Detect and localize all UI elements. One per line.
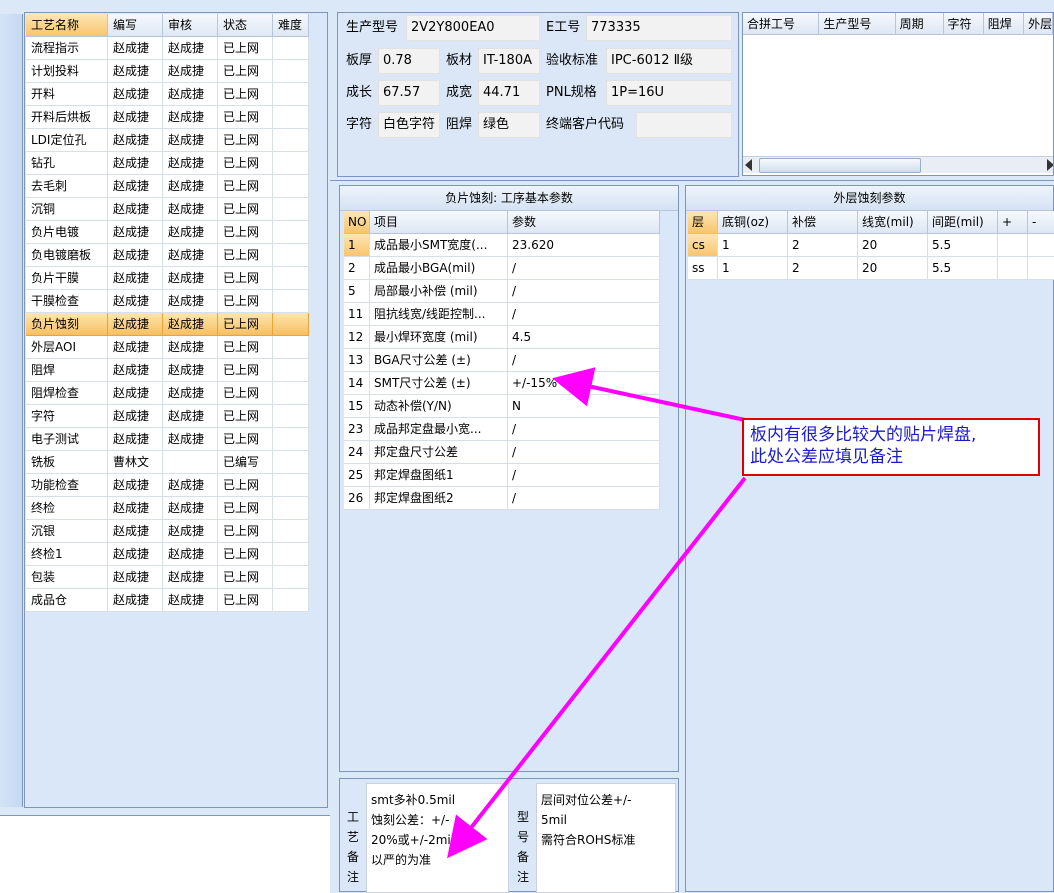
annotation-line-1: 板内有很多比较大的贴片焊盘, <box>750 425 977 445</box>
arrow-to-smt-tolerance <box>552 367 746 422</box>
annotation-line-2: 此处公差应填见备注 <box>750 447 903 467</box>
annotation-callout: 板内有很多比较大的贴片焊盘, 此处公差应填见备注 <box>742 418 1040 476</box>
arrow-to-process-notes <box>447 476 747 859</box>
